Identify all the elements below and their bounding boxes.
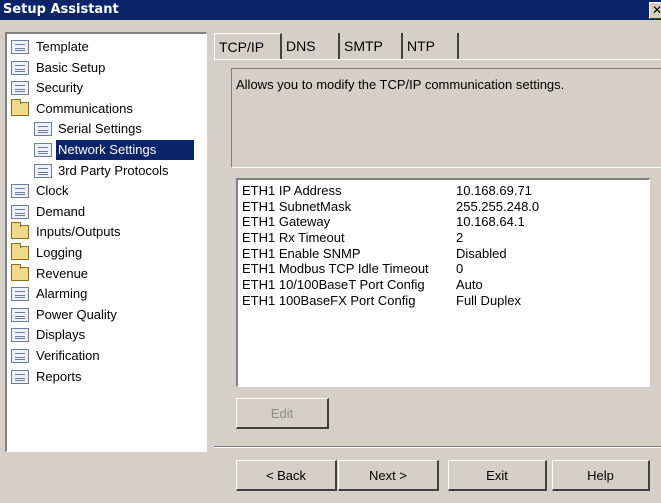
tree-item-displays[interactable]: Displays <box>7 325 206 346</box>
setting-value: 10.168.69.71 <box>456 183 532 198</box>
button-separator <box>214 446 661 448</box>
folder-icon <box>11 242 29 260</box>
setting-name: ETH1 Enable SNMP <box>242 245 361 261</box>
close-button[interactable]: ✕ <box>649 2 661 19</box>
tree-item-label: Revenue <box>36 265 89 281</box>
tree-item-power-quality[interactable]: Power Quality <box>7 305 206 326</box>
tree-item-demand[interactable]: Demand <box>7 202 206 223</box>
tab-smtp[interactable]: SMTP <box>340 33 403 59</box>
tree-item-communications[interactable]: Communications <box>7 98 206 120</box>
settings-row[interactable]: ETH1 Gateway 10.168.64.1 <box>242 214 649 230</box>
tree-item-clock[interactable]: Clock <box>7 181 206 202</box>
tree-item-label: Network Settings <box>56 139 194 160</box>
document-icon <box>11 307 29 322</box>
setting-value: Full Duplex <box>456 292 522 308</box>
document-icon <box>11 287 29 302</box>
setting-name: ETH1 Modbus TCP Idle Timeout <box>242 261 429 277</box>
document-icon <box>11 81 29 96</box>
setting-name: ETH1 100BaseFX Port Config <box>242 292 416 308</box>
setting-value: 0 <box>456 261 464 277</box>
tree-item-label: Verification <box>36 347 100 363</box>
settings-row[interactable]: ETH1 Rx Timeout 2 <box>242 230 649 246</box>
document-icon <box>11 184 29 199</box>
document-icon <box>11 348 29 363</box>
tree-item-3rd-party-protocols[interactable]: 3rd Party Protocols <box>7 161 206 182</box>
folder-icon <box>11 222 29 240</box>
document-icon <box>34 142 52 157</box>
document-icon <box>11 369 29 384</box>
tree-item-serial-settings[interactable]: Serial Settings <box>7 119 206 140</box>
settings-row[interactable]: ETH1 10/100BaseT Port Config Auto <box>242 277 649 293</box>
tree-item-template[interactable]: Template <box>7 37 206 58</box>
tree-item-label: Power Quality <box>36 306 117 322</box>
tree-item-label: Reports <box>36 368 82 384</box>
tree-item-label: Security <box>36 80 83 96</box>
tree-item-reports[interactable]: Reports <box>7 367 206 388</box>
tree-item-label: Basic Setup <box>36 59 106 75</box>
setting-value: 10.168.64.1 <box>456 214 525 230</box>
exit-button[interactable]: Exit <box>448 460 547 491</box>
document-icon <box>34 122 52 137</box>
folder-icon <box>11 263 29 281</box>
next-button[interactable]: Next > <box>338 460 439 491</box>
help-button[interactable]: Help <box>552 460 650 491</box>
setup-tree[interactable]: Template Basic Setup Security Communication… <box>5 32 207 452</box>
window-title: Setup Assistant <box>3 2 119 17</box>
back-button[interactable]: < Back <box>236 460 337 491</box>
edit-button[interactable]: Edit <box>236 398 329 429</box>
setting-value: Auto <box>456 277 483 293</box>
document-icon <box>11 40 29 54</box>
tree-item-verification[interactable]: Verification <box>7 346 206 367</box>
tree-item-label: Template <box>36 39 89 54</box>
document-icon <box>11 60 29 75</box>
tree-item-network-settings[interactable]: Network Settings <box>7 139 206 161</box>
setting-value: 2 <box>456 230 464 246</box>
tab-tcpip[interactable]: TCP/IP <box>214 33 282 59</box>
tree-item-label: Demand <box>36 203 86 219</box>
tree-item-label: Alarming <box>36 286 88 302</box>
tree-item-label: 3rd Party Protocols <box>58 162 169 178</box>
tree-item-alarming[interactable]: Alarming <box>7 284 206 305</box>
setting-name: ETH1 10/100BaseT Port Config <box>242 277 425 293</box>
document-icon <box>11 204 29 219</box>
tree-item-label: Inputs/Outputs <box>36 224 121 240</box>
setting-name: ETH1 Rx Timeout <box>242 230 345 246</box>
tree-item-security[interactable]: Security <box>7 78 206 99</box>
tree-item-basic-setup[interactable]: Basic Setup <box>7 58 206 79</box>
document-icon <box>34 163 52 178</box>
settings-row[interactable]: ETH1 IP Address 10.168.69.71 <box>242 183 649 199</box>
settings-list[interactable]: ETH1 IP Address 10.168.69.71 ETH1 SubnetMa… <box>236 178 650 387</box>
settings-row[interactable]: ETH1 Modbus TCP Idle Timeout 0 <box>242 261 649 277</box>
tree-item-label: Communications <box>36 100 133 116</box>
document-icon <box>11 328 29 343</box>
tab-divider <box>214 59 661 60</box>
folder-icon <box>11 98 29 116</box>
title-bar: Setup Assistant ✕ <box>0 0 661 20</box>
tree-item-label: Logging <box>36 244 83 260</box>
settings-row[interactable]: ETH1 SubnetMask 255.255.248.0 <box>242 199 649 215</box>
tab-dns[interactable]: DNS <box>282 33 340 59</box>
tree-item-label: Displays <box>36 327 86 343</box>
tree-item-inputs-outputs[interactable]: Inputs/Outputs <box>7 222 206 243</box>
tab-ntp[interactable]: NTP <box>403 33 459 59</box>
settings-row[interactable]: ETH1 100BaseFX Port Config Full Duplex <box>242 293 649 309</box>
setting-name: ETH1 Gateway <box>242 214 331 230</box>
description-text: Allows you to modify the TCP/IP communic… <box>236 77 565 92</box>
tree-item-revenue[interactable]: Revenue <box>7 263 206 285</box>
setting-name: ETH1 SubnetMask <box>242 198 352 214</box>
tree-item-label: Clock <box>36 183 69 199</box>
description-box: Allows you to modify the TCP/IP communic… <box>231 68 661 168</box>
tree-item-logging[interactable]: Logging <box>7 242 206 264</box>
settings-row[interactable]: ETH1 Enable SNMP Disabled <box>242 246 649 262</box>
close-icon: ✕ <box>651 3 661 17</box>
setting-value: Disabled <box>456 245 507 261</box>
setting-name: ETH1 IP Address <box>242 183 342 198</box>
setting-value: 255.255.248.0 <box>456 198 540 214</box>
tree-item-label: Serial Settings <box>58 121 142 137</box>
